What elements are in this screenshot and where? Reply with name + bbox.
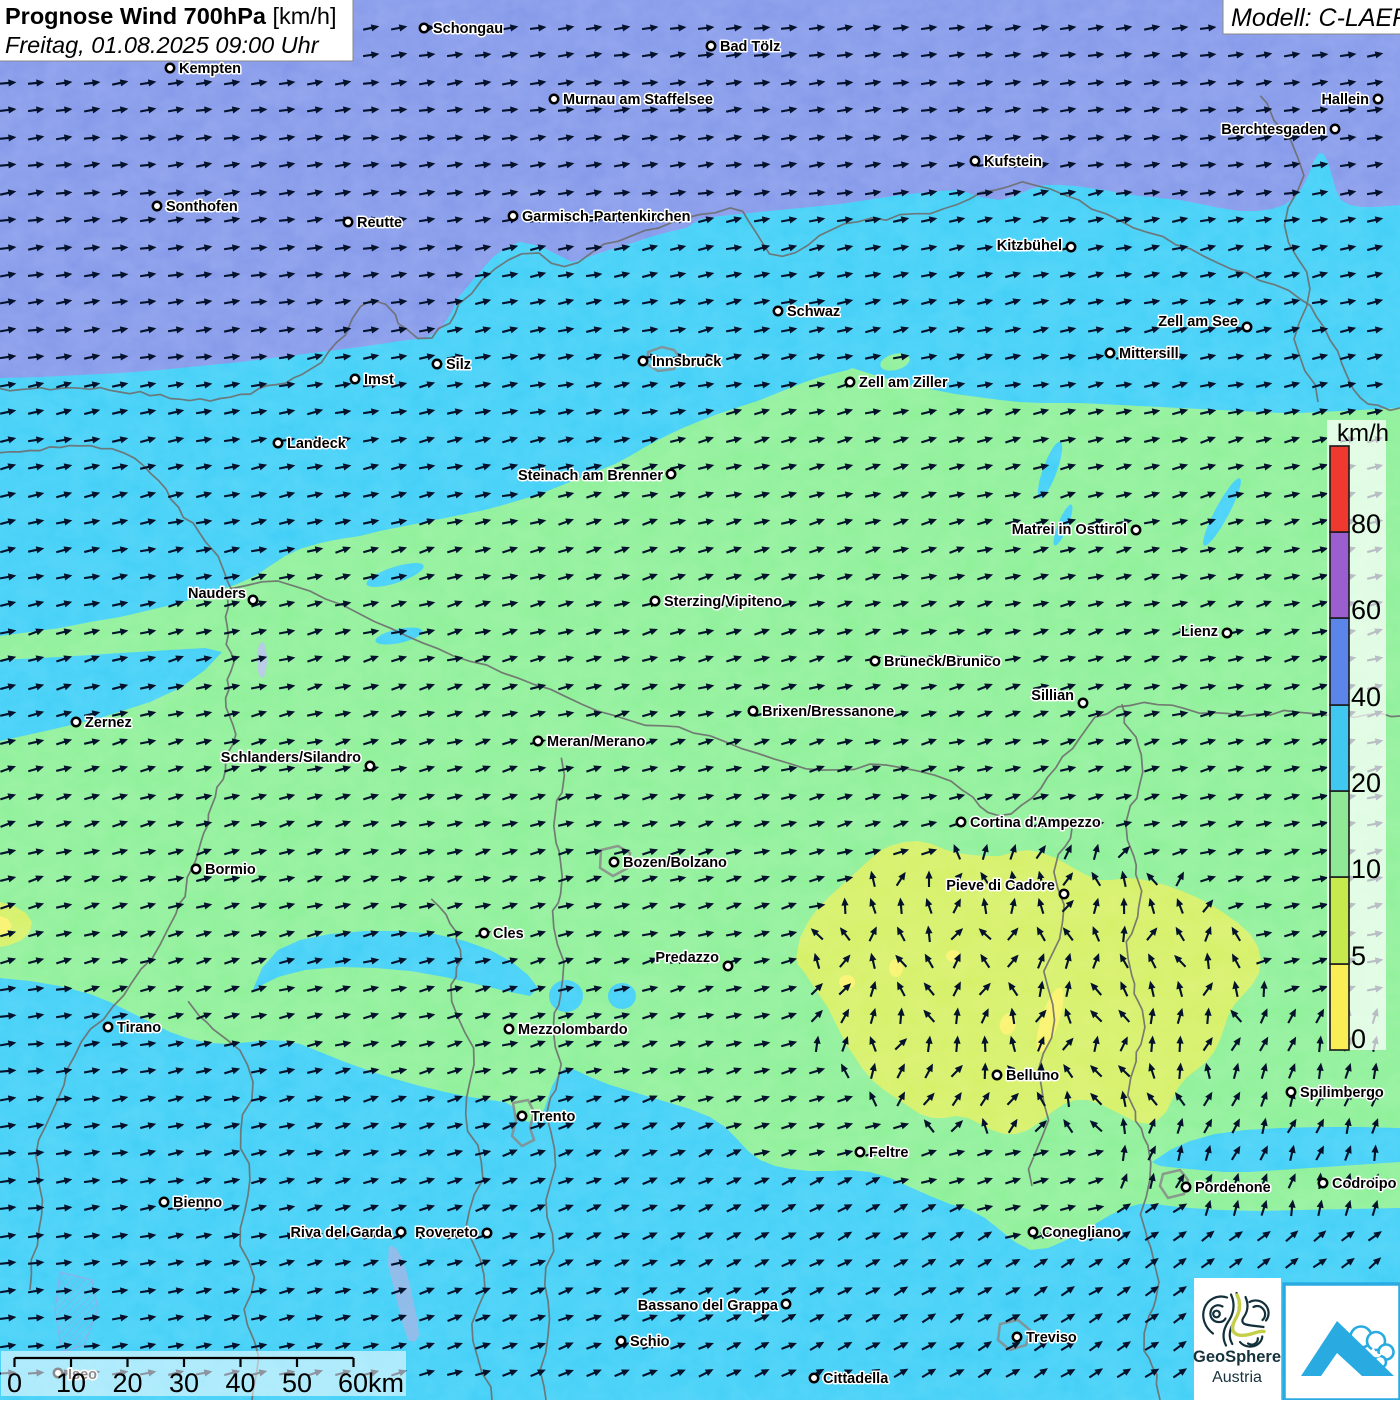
svg-text:Pordenone: Pordenone <box>1195 1180 1271 1196</box>
svg-text:Sonthofen: Sonthofen <box>166 199 238 215</box>
svg-text:Brixen/Bressanone: Brixen/Bressanone <box>762 704 894 720</box>
svg-text:Trento: Trento <box>531 1109 575 1125</box>
svg-text:Silz: Silz <box>446 357 471 373</box>
svg-text:Zernez: Zernez <box>85 715 132 731</box>
svg-text:Schlanders/Silandro: Schlanders/Silandro <box>221 750 361 766</box>
svg-text:80: 80 <box>1351 509 1381 539</box>
svg-text:Spilimbergo: Spilimbergo <box>1300 1085 1384 1101</box>
svg-text:Lienz: Lienz <box>1181 624 1218 640</box>
svg-text:0: 0 <box>1351 1024 1366 1054</box>
svg-text:Steinach am Brenner: Steinach am Brenner <box>518 468 663 484</box>
svg-text:10: 10 <box>56 1368 86 1398</box>
svg-text:Innsbruck: Innsbruck <box>652 354 722 370</box>
svg-text:60: 60 <box>1351 595 1381 625</box>
svg-text:Bruneck/Brunico: Bruneck/Brunico <box>884 654 1001 670</box>
svg-text:40: 40 <box>225 1368 255 1398</box>
svg-text:Reutte: Reutte <box>357 215 402 231</box>
svg-text:Bienno: Bienno <box>173 1195 222 1211</box>
svg-text:Modell: C-LAEF: Modell: C-LAEF <box>1231 4 1400 32</box>
svg-text:Bozen/Bolzano: Bozen/Bolzano <box>623 855 727 871</box>
svg-text:Landeck: Landeck <box>287 436 347 452</box>
svg-text:60km: 60km <box>338 1368 404 1398</box>
svg-text:20: 20 <box>1351 768 1381 798</box>
svg-text:40: 40 <box>1351 682 1381 712</box>
svg-text:20: 20 <box>112 1368 142 1398</box>
svg-text:Schongau: Schongau <box>433 21 503 37</box>
svg-text:Codroipo: Codroipo <box>1332 1176 1397 1192</box>
svg-text:km/h: km/h <box>1337 420 1389 447</box>
svg-text:Freitag, 01.08.2025 09:00 Uhr: Freitag, 01.08.2025 09:00 Uhr <box>5 32 320 58</box>
svg-text:GeoSphere: GeoSphere <box>1193 1348 1281 1366</box>
svg-text:Bassano del Grappa: Bassano del Grappa <box>638 1298 779 1314</box>
svg-text:Predazzo: Predazzo <box>655 950 719 966</box>
svg-text:Cittadella: Cittadella <box>823 1371 889 1387</box>
svg-text:Matrei in Osttirol: Matrei in Osttirol <box>1012 522 1127 538</box>
svg-text:Tirano: Tirano <box>117 1020 161 1036</box>
svg-text:Feltre: Feltre <box>869 1145 909 1161</box>
svg-text:Zell am Ziller: Zell am Ziller <box>859 375 948 391</box>
svg-text:Belluno: Belluno <box>1006 1068 1059 1084</box>
svg-text:Garmisch-Partenkirchen: Garmisch-Partenkirchen <box>522 209 690 225</box>
svg-text:Hallein: Hallein <box>1321 92 1369 108</box>
svg-text:Austria: Austria <box>1212 1369 1262 1386</box>
svg-text:Kufstein: Kufstein <box>984 154 1042 170</box>
svg-text:Bormio: Bormio <box>205 862 256 878</box>
svg-text:Imst: Imst <box>364 372 394 388</box>
svg-text:Rovereto: Rovereto <box>415 1225 478 1241</box>
svg-text:Sillian: Sillian <box>1031 688 1074 704</box>
svg-text:Pieve di Cadore: Pieve di Cadore <box>946 878 1055 894</box>
svg-text:Treviso: Treviso <box>1026 1330 1077 1346</box>
svg-text:Mezzolombardo: Mezzolombardo <box>518 1022 628 1038</box>
svg-text:Nauders: Nauders <box>188 586 246 602</box>
svg-text:Riva del Garda: Riva del Garda <box>290 1225 392 1241</box>
svg-text:10: 10 <box>1351 854 1381 884</box>
svg-text:Kitzbühel: Kitzbühel <box>997 238 1062 254</box>
svg-text:Sterzing/Vipiteno: Sterzing/Vipiteno <box>664 594 782 610</box>
svg-text:Cles: Cles <box>493 926 524 942</box>
svg-text:Schwaz: Schwaz <box>787 304 840 320</box>
svg-text:Bad Tölz: Bad Tölz <box>720 39 780 55</box>
svg-text:50: 50 <box>282 1368 312 1398</box>
svg-text:Kempten: Kempten <box>179 61 241 77</box>
svg-text:Schio: Schio <box>630 1334 670 1350</box>
svg-text:Zell am See: Zell am See <box>1158 314 1238 330</box>
svg-text:Murnau am Staffelsee: Murnau am Staffelsee <box>563 92 713 108</box>
svg-text:Conegliano: Conegliano <box>1042 1225 1121 1241</box>
svg-text:Berchtesgaden: Berchtesgaden <box>1221 122 1326 138</box>
svg-text:0: 0 <box>7 1368 22 1398</box>
svg-text:30: 30 <box>169 1368 199 1398</box>
svg-text:5: 5 <box>1351 941 1366 971</box>
svg-text:Mittersill: Mittersill <box>1119 346 1179 362</box>
svg-text:Cortina d'Ampezzo: Cortina d'Ampezzo <box>970 815 1101 831</box>
svg-text:Meran/Merano: Meran/Merano <box>547 734 645 750</box>
svg-text:Prognose Wind 700hPa [km/h]: Prognose Wind 700hPa [km/h] <box>5 3 336 29</box>
